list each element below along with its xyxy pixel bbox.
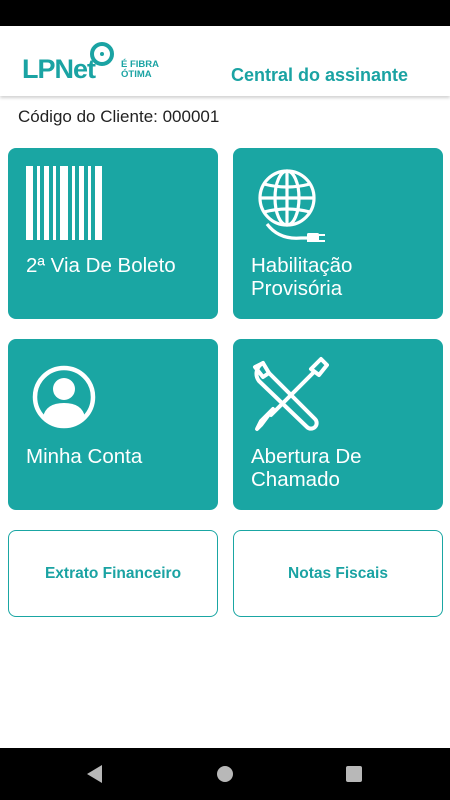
user-account-icon bbox=[32, 365, 96, 429]
back-triangle-icon[interactable] bbox=[83, 762, 107, 786]
tile-my-account[interactable]: Minha Conta bbox=[8, 339, 218, 510]
page-title: Central do assinante bbox=[230, 65, 408, 85]
tile-boleto-label: 2ª Via De Boleto bbox=[26, 254, 176, 277]
app-header: LPNet É FIBRA ÓTIMA Central do assinante bbox=[0, 26, 450, 96]
logo-tagline: É FIBRA ÓTIMA bbox=[121, 60, 159, 80]
recents-square-icon[interactable] bbox=[342, 762, 366, 786]
barcode-icon bbox=[26, 166, 102, 240]
financial-statement-button[interactable]: Extrato Financeiro bbox=[8, 530, 218, 617]
globe-plug-icon bbox=[258, 169, 325, 242]
tile-boleto[interactable]: 2ª Via De Boleto bbox=[8, 148, 218, 319]
tools-icon bbox=[253, 357, 329, 431]
status-bar bbox=[0, 0, 450, 26]
tile-provisional-enable[interactable]: Habilitação Provisória bbox=[233, 148, 443, 319]
logo-ring-icon bbox=[90, 42, 114, 66]
home-circle-icon[interactable] bbox=[213, 762, 237, 786]
system-navigation-bar bbox=[0, 748, 450, 800]
tile-open-ticket-label: Abertura De Chamado bbox=[251, 445, 362, 491]
logo-wordmark: LPNet bbox=[22, 54, 96, 84]
tile-provisional-enable-label: Habilitação Provisória bbox=[251, 254, 353, 300]
invoices-button[interactable]: Notas Fiscais bbox=[233, 530, 443, 617]
logo-tagline-line-2: ÓTIMA bbox=[121, 69, 152, 80]
client-code: Código do Cliente: 000001 bbox=[18, 107, 220, 126]
invoices-label: Notas Fiscais bbox=[288, 564, 388, 582]
financial-statement-label: Extrato Financeiro bbox=[44, 564, 182, 582]
tile-open-ticket[interactable]: Abertura De Chamado bbox=[233, 339, 443, 510]
tile-my-account-label: Minha Conta bbox=[26, 445, 143, 468]
